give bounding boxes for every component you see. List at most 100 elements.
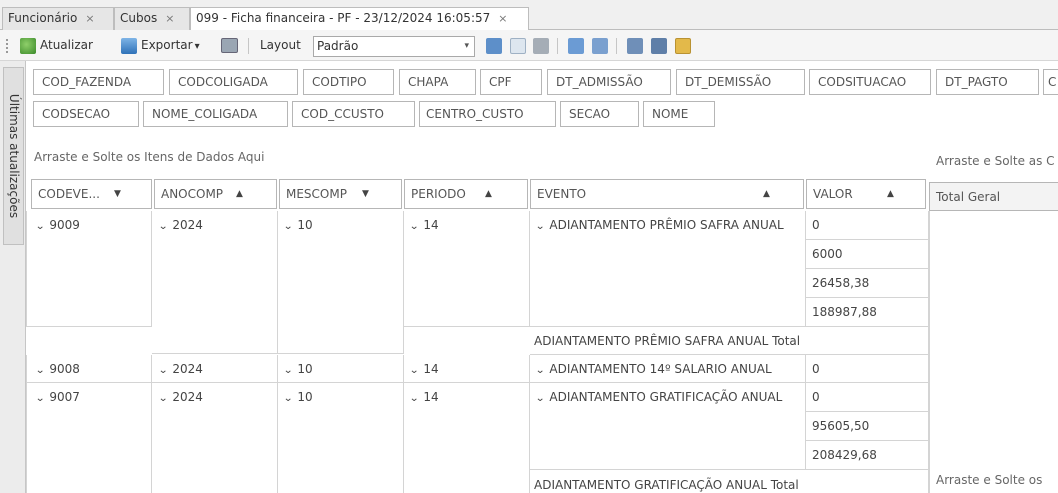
filter-field[interactable]: SECAO	[560, 101, 639, 127]
column-header-valor[interactable]: VALOR ▲	[806, 179, 926, 209]
row-header-codevento[interactable]: ⌄ 9007	[26, 383, 152, 493]
sort-asc-icon: ▲	[763, 189, 770, 199]
column-header-codevento[interactable]: CODEVE... ▼	[31, 179, 152, 209]
header-label: PERIODO	[411, 187, 466, 201]
side-panel: Últimas atualizações	[0, 61, 26, 493]
toolbar-separator	[248, 38, 249, 54]
layout-select[interactable]: Padrão ▾	[313, 36, 475, 57]
pivot-grid: COD_FAZENDA CODCOLIGADA CODTIPO CHAPA CP…	[26, 61, 1058, 493]
tab-label: 099 - Ficha financeira - PF - 23/12/2024…	[196, 11, 491, 25]
value-cell: 0	[806, 383, 929, 412]
export-label: Exportar	[141, 38, 193, 52]
toolbar-separator	[616, 38, 617, 54]
filter-field[interactable]: DT_PAGTO	[936, 69, 1039, 95]
filter-field[interactable]: C	[1043, 69, 1058, 95]
row-header-evento[interactable]: ⌄ ADIANTAMENTO PRÊMIO SAFRA ANUAL	[530, 211, 806, 327]
chevron-down-icon: ⌄	[283, 221, 294, 232]
subtotal-row: ADIANTAMENTO GRATIFICAÇÃO ANUAL Total	[530, 470, 929, 493]
close-icon[interactable]: ×	[498, 12, 507, 25]
save-layout-icon[interactable]	[486, 38, 502, 54]
close-icon[interactable]: ×	[165, 12, 174, 25]
close-icon[interactable]: ×	[85, 12, 94, 25]
filter-field[interactable]: DT_ADMISSÃO	[547, 69, 671, 95]
sort-asc-icon: ▲	[485, 189, 492, 199]
sort-asc-icon: ▲	[887, 189, 894, 199]
data-items-drop-hint: Arraste e Solte os Itens de Dados Aqui	[34, 150, 265, 164]
tab-ficha-financeira[interactable]: 099 - Ficha financeira - PF - 23/12/2024…	[190, 7, 529, 31]
filter-field[interactable]: CPF	[480, 69, 542, 95]
filter-field[interactable]: NOME_COLIGADA	[143, 101, 288, 127]
copy-layout-icon[interactable]	[510, 38, 526, 54]
row-header-periodo[interactable]: ⌄ 14	[404, 383, 530, 493]
chevron-down-icon: ⌄	[35, 393, 46, 404]
filter-field[interactable]: CODSITUACAO	[809, 69, 931, 95]
total-geral-column	[929, 211, 1058, 493]
tab-label: Funcionário	[8, 11, 78, 25]
column-header-anocomp[interactable]: ANOCOMP ▲	[154, 179, 277, 209]
layout-value: Padrão	[317, 39, 359, 53]
totals-icon[interactable]	[651, 38, 667, 54]
toolbar-separator	[557, 38, 558, 54]
column-header-mescomp[interactable]: MESCOMP ▼	[279, 179, 402, 209]
sort-desc-icon: ▼	[362, 189, 369, 199]
layout-label: Layout	[260, 38, 301, 52]
subtotal-row: ADIANTAMENTO PRÊMIO SAFRA ANUAL Total	[530, 327, 929, 355]
row-header-anocomp[interactable]: ⌄ 2024	[152, 383, 278, 493]
row-header-mescomp[interactable]: ⌄ 10	[278, 355, 404, 383]
filter-field[interactable]: NOME	[643, 101, 715, 127]
chevron-down-icon: ⌄	[35, 365, 46, 376]
row-header-mescomp[interactable]: ⌄ 10	[278, 211, 404, 354]
tab-cubos[interactable]: Cubos ×	[114, 7, 190, 30]
field-list-icon[interactable]	[627, 38, 643, 54]
row-header-anocomp[interactable]: ⌄ 2024	[152, 211, 278, 354]
sort-asc-icon: ▲	[236, 189, 243, 199]
filter-field[interactable]: COD_CCUSTO	[292, 101, 415, 127]
toolbar-grip	[6, 39, 8, 53]
filter-field[interactable]: CENTRO_CUSTO	[419, 101, 556, 127]
grid-view-icon[interactable]	[568, 38, 584, 54]
filter-field[interactable]: CODSECAO	[33, 101, 139, 127]
header-label: CODEVE...	[38, 187, 100, 201]
refresh-button[interactable]: Atualizar	[20, 30, 93, 61]
total-geral-header: Total Geral	[929, 182, 1058, 211]
filter-field[interactable]: COD_FAZENDA	[33, 69, 164, 95]
header-label: MESCOMP	[286, 187, 347, 201]
tab-bar: Funcionário × Cubos × 099 - Ficha financei…	[0, 0, 1058, 31]
filter-field[interactable]: CHAPA	[399, 69, 476, 95]
export-icon	[121, 37, 137, 54]
chevron-down-icon: ⌄	[158, 365, 169, 376]
value-cell: 95605,50	[806, 412, 929, 441]
latest-updates-tab[interactable]: Últimas atualizações	[3, 67, 24, 245]
chevron-down-icon: ⌄	[409, 221, 420, 232]
filter-field[interactable]: DT_DEMISSÃO	[676, 69, 805, 95]
column-header-evento[interactable]: EVENTO ▲	[530, 179, 804, 209]
row-header-periodo[interactable]: ⌄ 14	[404, 355, 530, 383]
chevron-down-icon: ⌄	[158, 393, 169, 404]
filter-field[interactable]: CODTIPO	[303, 69, 394, 95]
bottom-drop-hint: Arraste e Solte os	[936, 473, 1043, 487]
row-header-codevento[interactable]: ⌄ 9009	[26, 211, 152, 327]
row-header-periodo[interactable]: ⌄ 14	[404, 211, 530, 327]
row-header-mescomp[interactable]: ⌄ 10	[278, 383, 404, 493]
chevron-down-icon: ⌄	[283, 365, 294, 376]
row-header-evento[interactable]: ⌄ ADIANTAMENTO GRATIFICAÇÃO ANUAL	[530, 383, 806, 470]
row-header-anocomp[interactable]: ⌄ 2024	[152, 355, 278, 383]
grid-settings-icon[interactable]	[592, 38, 608, 54]
toolbar: Atualizar Exportar ▾ Layout Padrão ▾	[0, 30, 1058, 61]
header-label: VALOR	[813, 187, 853, 201]
value-cell: 0	[806, 211, 929, 240]
highlight-icon[interactable]	[675, 38, 691, 54]
chevron-down-icon: ⌄	[409, 393, 420, 404]
export-button[interactable]: Exportar ▾	[121, 30, 200, 61]
column-header-periodo[interactable]: PERIODO ▲	[404, 179, 528, 209]
value-cell: 6000	[806, 240, 929, 269]
delete-layout-icon[interactable]	[533, 38, 549, 54]
print-button[interactable]	[221, 30, 242, 61]
filter-field[interactable]: CODCOLIGADA	[169, 69, 298, 95]
value-cell: 208429,68	[806, 441, 929, 470]
row-header-codevento[interactable]: ⌄ 9008	[26, 355, 152, 383]
tab-funcionario[interactable]: Funcionário ×	[2, 7, 114, 30]
value-cell: 0	[806, 355, 929, 383]
row-header-evento[interactable]: ⌄ ADIANTAMENTO 14º SALARIO ANUAL	[530, 355, 806, 383]
chevron-down-icon: ⌄	[35, 221, 46, 232]
